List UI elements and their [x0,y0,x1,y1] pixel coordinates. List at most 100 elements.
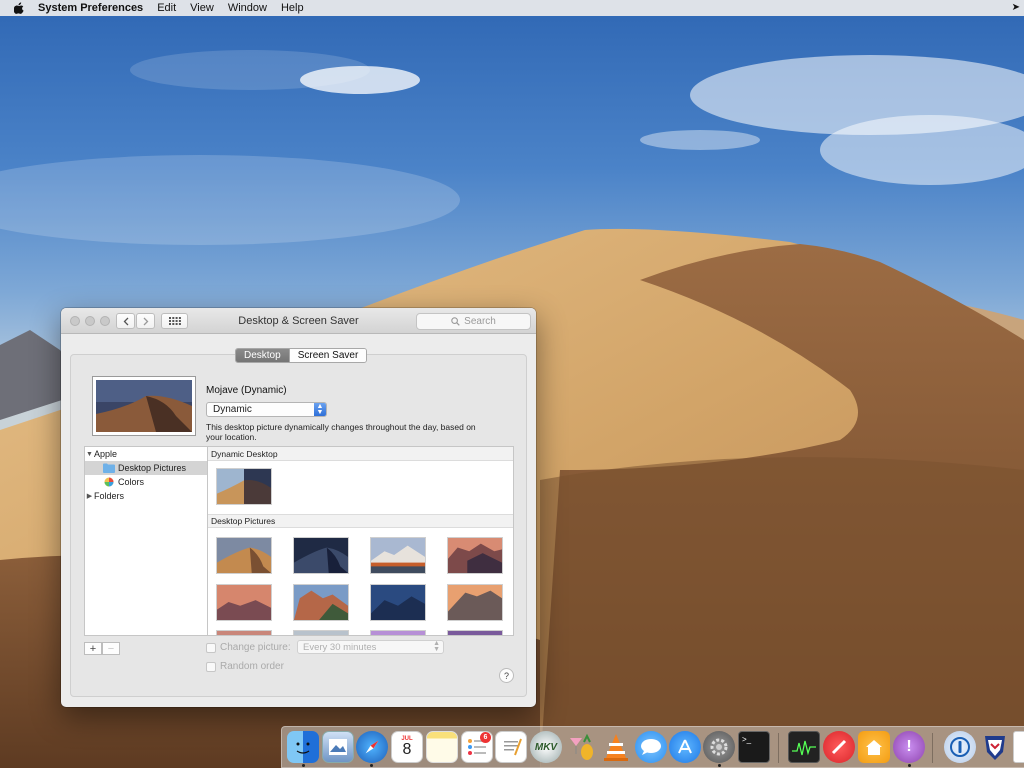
color-wheel-icon [104,477,114,487]
notes-icon[interactable] [426,731,458,763]
thumbnail-el-capitan-night[interactable] [370,584,426,621]
sidebar-item-label: Desktop Pictures [118,463,187,473]
vlc-icon[interactable] [600,731,632,763]
popup-arrows-icon: ▲ ▼ [433,640,440,653]
tab-screen-saver[interactable]: Screen Saver [288,349,367,362]
show-all-button[interactable] [161,313,188,329]
tab-desktop[interactable]: Desktop [236,349,289,362]
terminal-icon[interactable]: >_ [738,731,770,763]
thumbnail-row3-3[interactable] [370,630,426,636]
forward-button[interactable] [136,313,155,329]
picture-grid: Dynamic Desktop Desktop Pictures [207,446,514,636]
remove-folder-button[interactable]: − [102,642,120,655]
thumbnail-row3-4[interactable] [447,630,503,636]
sidebar-item-label: Colors [118,477,145,487]
change-interval-popup[interactable]: Every 30 minutes ▲ ▼ [297,640,444,654]
mojave-dusk-thumbnail [96,380,192,432]
search-placeholder: Search [464,316,496,327]
section-header-dynamic: Dynamic Desktop [208,447,513,461]
random-order-row[interactable]: Random order [206,661,284,672]
thumbnail-row3-1[interactable] [216,630,272,636]
thumbnail-mojave-night[interactable] [293,537,349,574]
change-picture-label: Change picture: [220,642,291,653]
search-field[interactable]: Search [416,313,531,330]
back-button[interactable] [116,313,135,329]
running-indicator [908,764,911,767]
picture-description: This desktop picture dynamically changes… [206,422,476,442]
thumbnail-mojave-day[interactable] [216,537,272,574]
menu-edit[interactable]: Edit [157,2,176,14]
thumbnail-high-sierra[interactable] [370,537,426,574]
menu-help[interactable]: Help [281,2,304,14]
desktop-screensaver-window: Desktop & Screen Saver Search Desktop Sc… [61,308,536,707]
popup-arrows-icon: ▲ ▼ [314,403,326,416]
1password-icon[interactable] [944,731,976,763]
feedback-icon[interactable]: ! [893,731,925,763]
close-button[interactable] [70,316,80,326]
thumbnail-pink-peaks[interactable] [216,584,272,621]
disclosure-open-icon[interactable]: ▼ [85,451,94,458]
running-indicator [718,764,721,767]
folder-icon [103,463,115,473]
sidebar-item-desktop-pictures[interactable]: Desktop Pictures [85,461,207,475]
change-picture-checkbox[interactable] [206,642,216,653]
reminders-badge: 6 [480,732,491,743]
menu-window[interactable]: Window [228,2,267,14]
app-store-icon[interactable] [669,731,701,763]
tab-control: Desktop Screen Saver [235,348,368,363]
safari-icon[interactable] [356,731,388,763]
menu-app-name[interactable]: System Preferences [38,2,143,14]
messages-icon[interactable] [635,731,667,763]
textedit-icon[interactable] [495,731,527,763]
title-bar[interactable]: Desktop & Screen Saver Search [61,308,536,334]
sidebar-item-colors[interactable]: Colors [85,475,207,489]
disclosure-closed-icon[interactable]: ▶ [85,492,94,500]
thumbnail-yosemite[interactable] [447,584,503,621]
random-order-checkbox[interactable] [206,661,216,672]
thumbnail-el-capitan-day[interactable] [293,584,349,621]
change-picture-row[interactable]: Change picture: [206,642,291,653]
menu-bar: System Preferences Edit View Window Help… [0,0,1024,16]
random-order-label: Random order [220,661,284,672]
calendar-day: 8 [402,741,412,758]
picture-name: Mojave (Dynamic) [206,385,287,396]
apple-menu-icon[interactable] [14,2,24,14]
menu-view[interactable]: View [190,2,214,14]
interval-value: Every 30 minutes [303,641,377,653]
thumbnail-row3-2[interactable] [293,630,349,636]
cocktail-icon[interactable] [565,731,597,763]
source-list: ▼ Apple Desktop Pictures Colors ▶ Folder… [84,446,207,636]
activity-monitor-icon[interactable] [788,731,820,763]
chevron-left-icon [123,317,128,325]
sidebar-item-apple[interactable]: ▼ Apple [85,447,207,461]
search-icon [451,317,460,326]
home-icon[interactable] [858,731,890,763]
mkv-icon[interactable]: MKV [530,731,562,763]
section-header-desktop-pictures: Desktop Pictures [208,514,513,528]
sidebar-item-folders[interactable]: ▶ Folders [85,489,207,503]
zoom-button[interactable] [100,316,110,326]
add-folder-button[interactable]: + [84,642,102,655]
system-preferences-icon[interactable] [703,731,735,763]
current-picture-preview [92,376,196,436]
running-indicator [302,764,305,767]
minimize-button[interactable] [85,316,95,326]
dock-separator [932,733,933,763]
dynamic-mode-popup[interactable]: Dynamic ▲ ▼ [206,402,327,417]
news-icon[interactable] [823,731,855,763]
add-remove-buttons: + − [84,642,120,655]
thumbnail-mojave-dynamic[interactable] [216,468,272,505]
sidebar-item-label: Folders [94,491,125,501]
badge-icon[interactable] [979,731,1011,763]
preview-icon[interactable] [322,731,354,763]
popup-value: Dynamic [213,404,252,415]
help-button[interactable]: ? [499,668,514,683]
location-arrow-icon[interactable]: ➤ [1012,2,1020,13]
chevron-right-icon [143,317,148,325]
running-indicator [370,764,373,767]
finder-icon[interactable] [287,731,319,763]
document-icon[interactable] [1013,731,1024,763]
thumbnail-sierra-sunset[interactable] [447,537,503,574]
calendar-icon[interactable]: JUL 8 [391,731,423,763]
reminders-icon[interactable]: 6 [461,731,493,763]
